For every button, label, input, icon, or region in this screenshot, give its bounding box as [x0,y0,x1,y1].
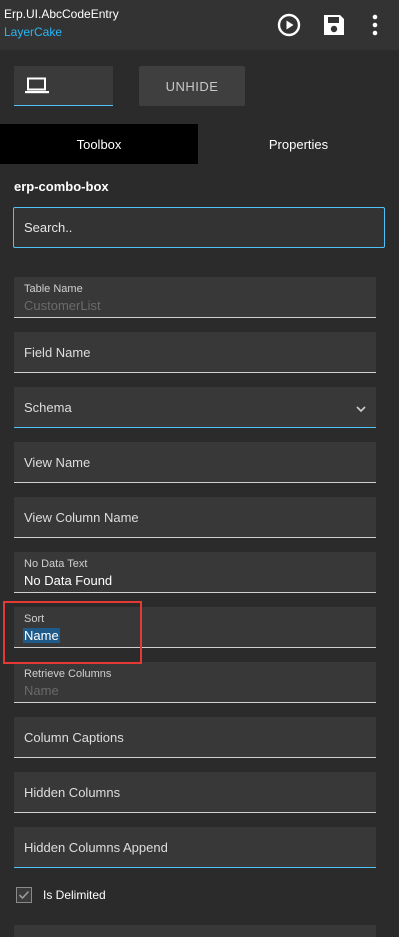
search-input[interactable] [14,208,384,247]
field-label: View Name [24,455,91,470]
laptop-icon [25,77,49,94]
column-captions-field[interactable]: Column Captions [14,717,376,758]
schema-dropdown[interactable]: Schema [14,387,376,428]
chevron-down-icon [355,401,367,419]
search-box[interactable] [13,207,385,248]
field-value: CustomerList [24,298,101,313]
field-label: Sort [24,613,45,625]
panel-tabs: Toolbox Properties [0,124,399,164]
unhide-button[interactable]: UNHIDE [139,66,245,106]
field-label: No Data Text [24,558,88,570]
play-circle-icon[interactable] [276,12,302,38]
tab-properties[interactable]: Properties [198,124,399,164]
is-delimited-checkbox[interactable] [16,887,32,903]
no-data-text-field[interactable]: No Data Text No Data Found [14,552,376,593]
field-label: Hidden Columns [24,785,121,800]
sort-field[interactable]: Sort Name [14,607,376,648]
field-label: View Column Name [24,510,139,525]
tab-toolbox[interactable]: Toolbox [0,124,198,164]
field-label: Schema [24,400,72,415]
view-name-field[interactable]: View Name [14,442,376,483]
field-label: Field Name [24,345,91,360]
is-delimited-label: Is Delimited [43,888,106,902]
more-vert-icon[interactable] [364,12,386,38]
field-value-selected[interactable]: Name [23,628,60,643]
app-subtitle[interactable]: LayerCake [4,25,62,39]
next-field-partial[interactable] [14,925,376,937]
component-name: erp-combo-box [14,179,109,194]
app-header: Erp.UI.AbcCodeEntry LayerCake [0,0,399,50]
app-title: Erp.UI.AbcCodeEntry [4,7,119,21]
field-label: Column Captions [24,730,124,745]
device-select-button[interactable] [14,66,113,106]
table-name-field[interactable]: Table Name CustomerList [14,277,376,318]
save-icon[interactable] [321,12,347,38]
field-label: Hidden Columns Append [24,840,168,855]
field-value: No Data Found [24,573,113,588]
retrieve-columns-field[interactable]: Retrieve Columns Name [14,662,376,703]
field-label: Retrieve Columns [24,668,112,680]
hidden-columns-field[interactable]: Hidden Columns [14,772,376,813]
field-value: Name [24,683,59,698]
field-label: Table Name [24,283,83,295]
hidden-columns-append-field[interactable]: Hidden Columns Append [14,827,376,868]
field-name-field[interactable]: Field Name [14,332,376,373]
checkmark-icon [18,890,30,900]
view-column-name-field[interactable]: View Column Name [14,497,376,538]
